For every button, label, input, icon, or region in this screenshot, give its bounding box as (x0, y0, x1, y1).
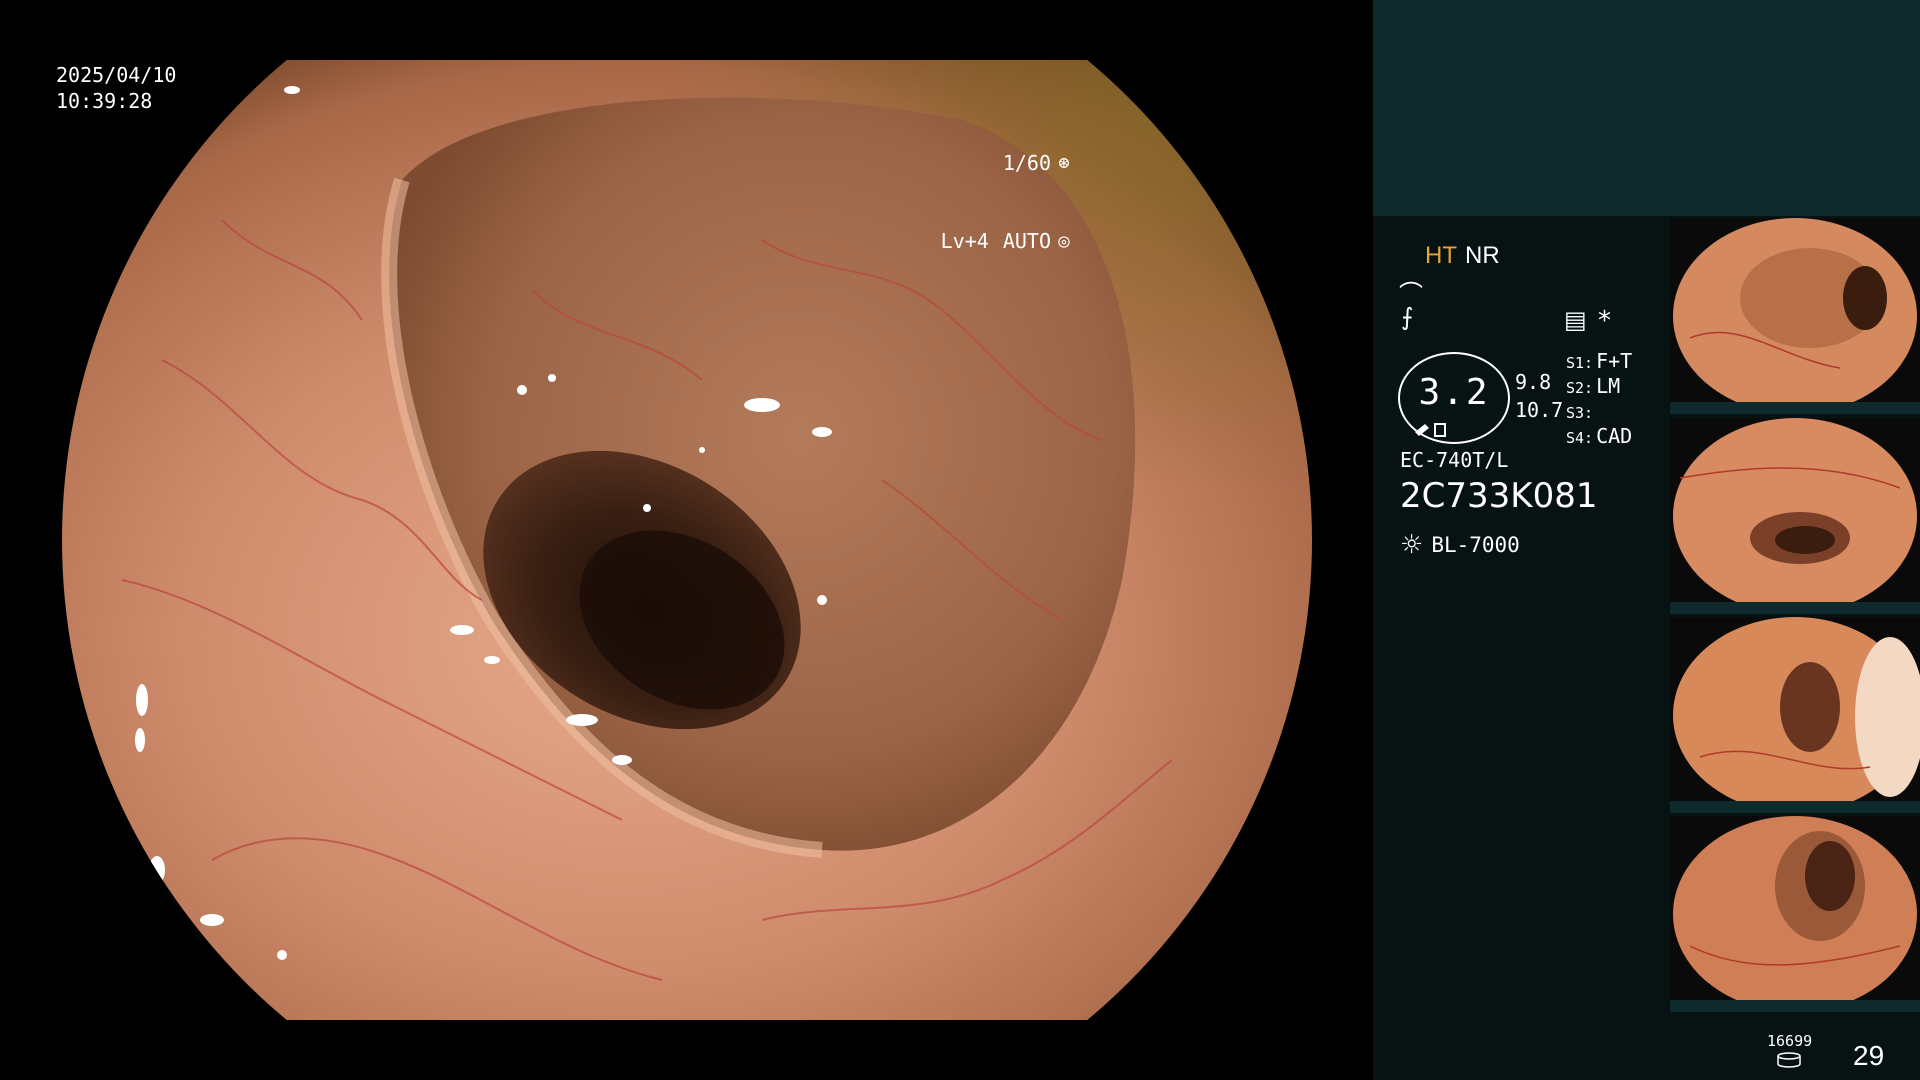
disk-icon (1777, 1052, 1801, 1068)
aperture-icon: ⊛ (1058, 152, 1070, 174)
switch-s1: S1: F+T (1566, 349, 1632, 373)
switch-s4: S4: CAD (1566, 424, 1632, 448)
nr-mode: NR (1465, 242, 1500, 269)
thumbnail-image (1670, 218, 1920, 414)
focus-value-a: 9.8 (1515, 370, 1552, 394)
date-text: 2025/04/10 (56, 63, 177, 87)
ht-mode: HT (1425, 242, 1457, 269)
iris-icon: ◎ (1058, 230, 1070, 252)
iris-text: AUTO (1002, 229, 1051, 253)
level-text: Lv+4 (940, 229, 989, 253)
switch-key: S4: (1566, 429, 1594, 447)
zoom-value: 3.2 (1418, 372, 1490, 413)
asterisk-icon: * (1598, 306, 1611, 336)
endoscope-live-view (62, 60, 1312, 1020)
disk-remaining: 16699 (1767, 1032, 1813, 1050)
switch-s2: S2: LM (1566, 374, 1620, 398)
focus-value-b: 10.7 (1515, 398, 1564, 422)
shutter-text: 1/60 (1002, 151, 1051, 175)
exposure-readout: 1/60 ⊛ Lv+4 AUTO ◎ (941, 98, 1075, 280)
switch-s3: S3: (1566, 399, 1596, 423)
thumbnail-image (1670, 816, 1920, 1012)
sun-icon: ☼ (1400, 530, 1424, 560)
preset-icon: ▤ (1564, 306, 1587, 334)
scope-serial: 2C733K081 (1400, 476, 1598, 516)
light-source-label: BL-7000 (1431, 533, 1520, 557)
capture-thumbnail[interactable] (1670, 617, 1920, 813)
light-source: ☼ BL-7000 (1400, 530, 1520, 560)
scope-model: EC-740T/L (1400, 448, 1509, 472)
switch-key: S2: (1566, 379, 1594, 397)
top-info-panel (1373, 0, 1920, 216)
switch-value: LM (1596, 374, 1621, 398)
processing-modes: HT NR (1425, 242, 1500, 270)
dial-marker-icon (1415, 423, 1446, 437)
frame-count: 29 (1853, 1040, 1885, 1071)
thumbnail-image (1670, 418, 1920, 614)
structure-icon: ⨍ (1401, 303, 1414, 331)
time-text: 10:39:28 (56, 89, 153, 113)
switch-key: S3: (1566, 404, 1594, 422)
capture-thumbnail[interactable] (1670, 816, 1920, 1012)
mucosa-image (62, 60, 1312, 1020)
date-time-readout: 2025/04/10 10:39:28 (56, 62, 176, 114)
thumbnail-image (1670, 617, 1920, 813)
capture-thumbnail[interactable] (1670, 218, 1920, 414)
switch-value: F+T (1596, 349, 1633, 373)
capture-thumbnail[interactable] (1670, 418, 1920, 614)
switch-value: CAD (1596, 424, 1633, 448)
switch-key: S1: (1566, 354, 1594, 372)
